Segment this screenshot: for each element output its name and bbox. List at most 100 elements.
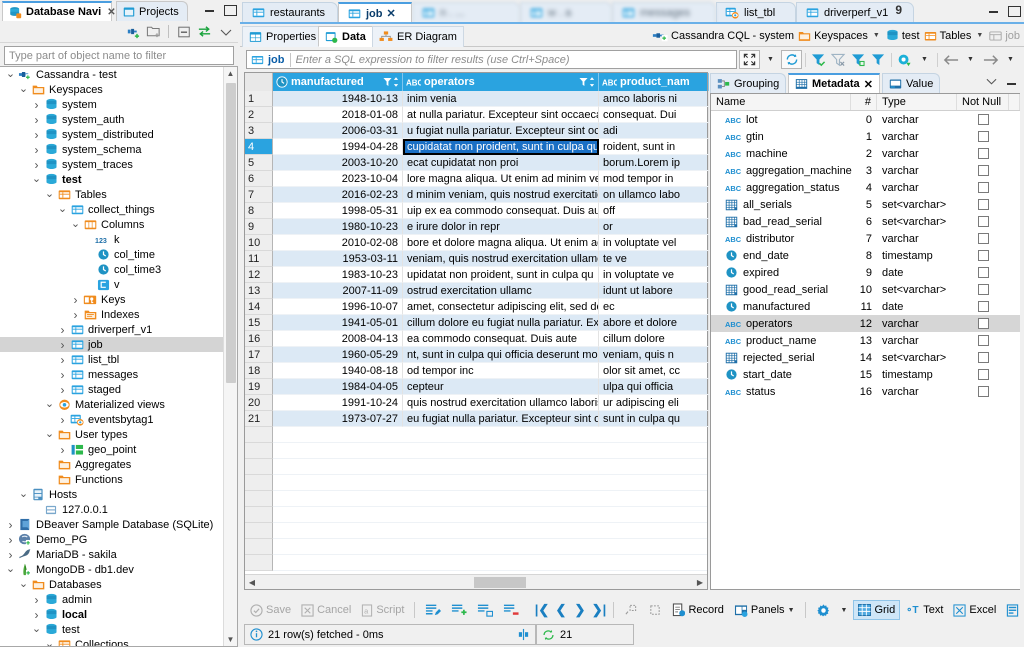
text-view-button[interactable]: ∘T Text	[902, 600, 947, 620]
tree-item-user-types[interactable]: ⌄ User types	[0, 427, 223, 442]
cell-operators[interactable]: cupidatat non proident, sunt in culpa qu…	[403, 139, 599, 155]
row-number[interactable]: 8	[245, 203, 273, 219]
minimize-icon[interactable]	[203, 3, 216, 16]
cell-operators[interactable]: d minim veniam, quis nostrud exercitatio…	[403, 187, 599, 203]
breadcrumb-item-keyspace[interactable]: test	[886, 29, 920, 42]
close-icon[interactable]: ✕	[864, 78, 873, 91]
link-editor-icon[interactable]	[196, 23, 213, 40]
cell-product-name[interactable]: in voluptate ve	[599, 267, 709, 283]
cell-manufactured[interactable]: 2016-02-23	[273, 187, 403, 203]
notnull-checkbox[interactable]	[977, 199, 989, 210]
row-number[interactable]: 12	[245, 267, 273, 283]
breadcrumb-item-connection[interactable]: Cassandra CQL - system	[652, 29, 794, 42]
script-button[interactable]: a Script	[357, 600, 408, 620]
cell-product-name[interactable]: or	[599, 219, 709, 235]
cell-product-name[interactable]: off	[599, 203, 709, 219]
metadata-name-cell[interactable]: ABC gtin	[711, 128, 851, 145]
metadata-row[interactable]: end_date 8 timestamp	[711, 247, 1020, 264]
chevron-right-icon[interactable]: ›	[30, 593, 43, 607]
row-number[interactable]: 20	[245, 395, 273, 411]
panels-button[interactable]: Panels ▼	[730, 600, 799, 620]
forward-icon[interactable]	[981, 50, 1000, 69]
metadata-row[interactable]: ABC aggregation_status 4 varchar	[711, 179, 1020, 196]
sort-filter-icon[interactable]	[383, 77, 399, 87]
metadata-row[interactable]: rejected_serial 14 set<varchar>	[711, 349, 1020, 366]
chevron-right-icon[interactable]: ›	[56, 353, 69, 367]
metadata-row[interactable]: expired 9 date	[711, 264, 1020, 281]
grid-row[interactable]: 8 1998-05-31 uip ex ea commodo consequat. …	[245, 203, 709, 219]
row-number[interactable]: 4	[245, 139, 273, 155]
grid-row[interactable]: 21 1973-07-27 eu fugiat nulla pariatur. E…	[245, 411, 709, 427]
row-number[interactable]: 3	[245, 123, 273, 139]
filter-settings-icon[interactable]	[869, 50, 888, 69]
metadata-notnull-cell[interactable]	[957, 179, 1009, 196]
chevron-down-icon[interactable]: ⌄	[4, 69, 17, 80]
cell-product-name[interactable]: ulpa qui officia	[599, 379, 709, 395]
tree-item-indexes[interactable]: › Indexes	[0, 307, 223, 322]
metadata-notnull-cell[interactable]	[957, 111, 1009, 128]
grid-row[interactable]: 11 1953-03-11 veniam, quis nostrud exercit…	[245, 251, 709, 267]
tree-item-demo-pg[interactable]: › Demo_PG	[0, 532, 223, 547]
cell-manufactured[interactable]: 1991-10-24	[273, 395, 403, 411]
cell-operators[interactable]: amet, consectetur adipiscing elit, sed d…	[403, 299, 599, 315]
metadata-name-cell[interactable]: good_read_serial	[711, 281, 851, 298]
custom-filter-dropdown-icon[interactable]: ▼	[915, 50, 934, 69]
grid-corner-cell[interactable]	[245, 73, 273, 91]
grid-row[interactable]: 18 1940-08-18 od tempor inc olor sit amet, …	[245, 363, 709, 379]
tab-metadata[interactable]: Metadata ✕	[788, 73, 880, 93]
metadata-notnull-cell[interactable]	[957, 298, 1009, 315]
back-dropdown-icon[interactable]: ▼	[961, 50, 980, 69]
row-number[interactable]: 6	[245, 171, 273, 187]
sql-filter-input[interactable]: job Enter a SQL expression to filter res…	[246, 50, 737, 69]
cell-product-name[interactable]: veniam, quis n	[599, 347, 709, 363]
tree-item-tables[interactable]: ⌄ Tables	[0, 187, 223, 202]
tree-item-job[interactable]: › job	[0, 337, 223, 352]
cell-manufactured[interactable]: 2003-10-20	[273, 155, 403, 171]
tab-overflow-count[interactable]: 9	[895, 3, 902, 17]
metadata-row[interactable]: ABC status 16 varchar	[711, 383, 1020, 400]
panels-dropdown-icon[interactable]: ▼	[788, 607, 795, 614]
view-menu-icon[interactable]	[217, 23, 234, 40]
tree-item-test[interactable]: ⌄ test	[0, 622, 223, 637]
metadata-name-cell[interactable]: ABC product_name	[711, 332, 851, 349]
metadata-row[interactable]: ABC distributor 7 varchar	[711, 230, 1020, 247]
chevron-down-icon[interactable]: ⌄	[69, 219, 82, 230]
tree-item-mariadb-sakila[interactable]: › MariaDB - sakila	[0, 547, 223, 562]
cell-product-name[interactable]: roident, sunt in	[599, 139, 709, 155]
metadata-name-cell[interactable]: bad_read_serial	[711, 213, 851, 230]
tree-vertical-scrollbar[interactable]: ▲ ▼	[223, 67, 237, 646]
cell-operators[interactable]: upidatat non proident, sunt in culpa qu	[403, 267, 599, 283]
cell-product-name[interactable]: ur adipiscing eli	[599, 395, 709, 411]
metadata-name-cell[interactable]: manufactured	[711, 298, 851, 315]
metadata-row[interactable]: ABC machine 2 varchar	[711, 145, 1020, 162]
cell-product-name[interactable]: mod tempor in	[599, 171, 709, 187]
tree-item-system-auth[interactable]: › system_auth	[0, 112, 223, 127]
grid-row[interactable]: 1 1948-10-13 inim venia amco laboris ni	[245, 91, 709, 107]
cell-product-name[interactable]: in voluptate vel	[599, 235, 709, 251]
refresh-icon[interactable]	[781, 50, 802, 69]
row-number[interactable]: 18	[245, 363, 273, 379]
tree-item-columns[interactable]: ⌄ Columns	[0, 217, 223, 232]
config-dropdown-button[interactable]: ▼	[837, 600, 852, 620]
save-button[interactable]: Save	[246, 600, 295, 620]
tab-value[interactable]: Value	[882, 73, 941, 93]
metadata-body[interactable]: ABC lot 0 varchar ABC gtin 1 varchar ABC machine 2…	[711, 111, 1020, 400]
metadata-name-cell[interactable]: end_date	[711, 247, 851, 264]
cell-manufactured[interactable]: 1948-10-13	[273, 91, 403, 107]
metadata-row[interactable]: ABC aggregation_machine 3 varchar	[711, 162, 1020, 179]
metadata-notnull-cell[interactable]	[957, 281, 1009, 298]
cell-product-name[interactable]: on ullamco labo	[599, 187, 709, 203]
cell-manufactured[interactable]: 1998-05-31	[273, 203, 403, 219]
tree-item-keys[interactable]: › Keys	[0, 292, 223, 307]
tree-item-system[interactable]: › system	[0, 97, 223, 112]
notnull-checkbox[interactable]	[977, 182, 989, 193]
chevron-right-icon[interactable]: ›	[56, 443, 69, 457]
metadata-row[interactable]: good_read_serial 10 set<varchar>	[711, 281, 1020, 298]
cancel-button[interactable]: Cancel	[297, 600, 355, 620]
tree-item-staged[interactable]: › staged	[0, 382, 223, 397]
cell-product-name[interactable]: idunt ut labore	[599, 283, 709, 299]
cell-product-name[interactable]: olor sit amet, cc	[599, 363, 709, 379]
metadata-name-cell[interactable]: ABC distributor	[711, 230, 851, 247]
grid-row[interactable]: 19 1984-04-05 cepteur ulpa qui officia	[245, 379, 709, 395]
chevron-right-icon[interactable]: ›	[69, 308, 82, 322]
